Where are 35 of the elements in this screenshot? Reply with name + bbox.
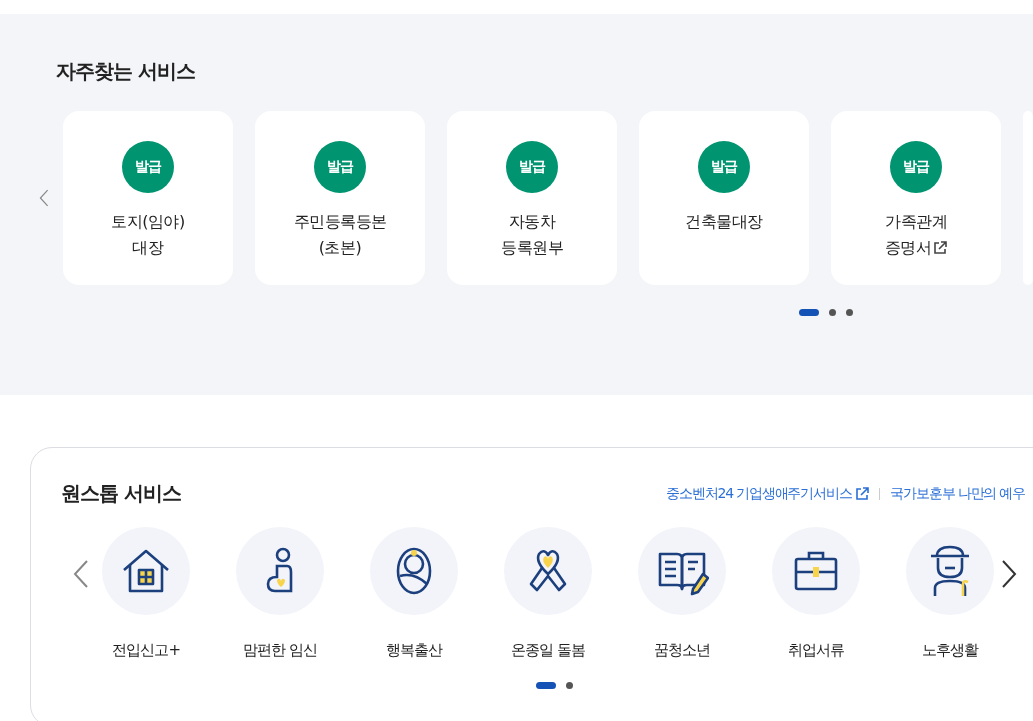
- service-label: 취업서류: [787, 641, 845, 660]
- section-title: 자주찾는 서비스: [56, 58, 196, 85]
- service-label: 온종일 돌봄: [510, 641, 586, 660]
- service-card[interactable]: 발급 주민등록등본 (초본): [255, 111, 425, 285]
- card-label: 증명서: [884, 237, 932, 259]
- service-card[interactable]: 발급 토지(임야) 대장: [63, 111, 233, 285]
- card-label: (초본): [318, 237, 362, 259]
- card-label: 자동차: [508, 211, 556, 233]
- issue-badge: 발급: [506, 141, 558, 193]
- card-label: 건축물대장: [685, 211, 763, 233]
- service-card[interactable]: 발급 가족관계 증명서: [831, 111, 1001, 285]
- service-label: 맘편한 임신: [242, 641, 318, 660]
- issue-badge: 발급: [698, 141, 750, 193]
- card-label: 가족관계: [885, 211, 947, 233]
- section-title: 원스톱 서비스: [61, 480, 181, 507]
- card-label: 토지(임야): [111, 211, 185, 233]
- card-label: 등록원부: [501, 237, 563, 259]
- issue-badge: 발급: [122, 141, 174, 193]
- page-dot[interactable]: [829, 309, 836, 316]
- chevron-right-icon[interactable]: [1001, 559, 1017, 589]
- service-card[interactable]: 발급 건축물대장: [639, 111, 809, 285]
- service-link[interactable]: 중소벤처24 기업생애주기서비스: [666, 484, 870, 503]
- issue-badge: 발급: [314, 141, 366, 193]
- service-label: 노후생활: [921, 641, 979, 660]
- service-card[interactable]: 발급 자동차 등록원부: [447, 111, 617, 285]
- page-dot[interactable]: [566, 682, 573, 689]
- service-label: 행복출산: [385, 641, 443, 660]
- page-dot[interactable]: [846, 309, 853, 316]
- chevron-left-icon[interactable]: [73, 559, 89, 589]
- card-label: 대장: [132, 237, 164, 259]
- service-label: 꿈청소년: [653, 641, 711, 660]
- service-label: 전입신고+: [111, 641, 181, 660]
- issue-badge: 발급: [890, 141, 942, 193]
- card-label: 주민등록등본: [293, 211, 387, 233]
- service-link[interactable]: 국가보훈부 나만의 예우: [890, 484, 1025, 503]
